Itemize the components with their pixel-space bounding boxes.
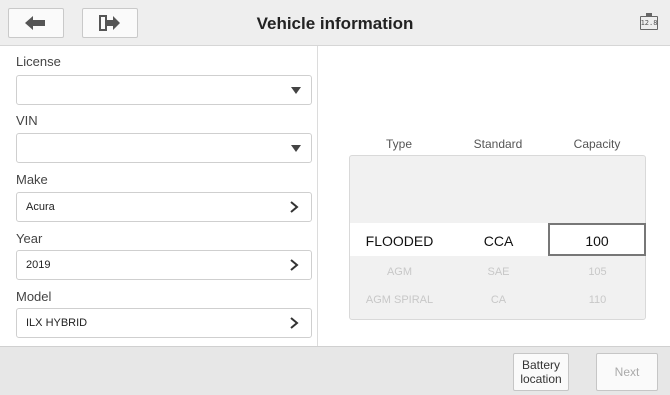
chevron-right-icon bbox=[290, 317, 299, 329]
year-selector[interactable]: 2019 bbox=[16, 250, 312, 280]
make-label: Make bbox=[16, 172, 48, 187]
dropdown-arrow-icon[interactable] bbox=[291, 145, 301, 152]
capacity-header: Capacity bbox=[573, 137, 621, 151]
license-label: License bbox=[16, 54, 61, 69]
header-bar: Vehicle information 12.8 bbox=[0, 0, 670, 46]
bottom-toolbar: Battery location Next bbox=[0, 346, 670, 395]
standard-header: Standard bbox=[473, 137, 523, 151]
year-label: Year bbox=[16, 231, 43, 246]
make-value: Acura bbox=[26, 201, 55, 213]
selected-capacity: 100 bbox=[585, 233, 609, 249]
panel-divider bbox=[317, 46, 318, 346]
type-option[interactable]: AGM SPIRAL bbox=[350, 294, 449, 306]
model-value: ILX HYBRID bbox=[26, 317, 88, 329]
make-selector[interactable]: Acura bbox=[16, 192, 312, 222]
vin-label: VIN bbox=[16, 113, 38, 128]
dropdown-arrow-icon[interactable] bbox=[291, 87, 301, 94]
model-label: Model bbox=[16, 289, 52, 304]
license-dropdown[interactable] bbox=[16, 75, 312, 105]
year-value: 2019 bbox=[26, 259, 51, 271]
next-label: Next bbox=[614, 365, 640, 379]
page-title: Vehicle information bbox=[256, 14, 414, 33]
chevron-right-icon bbox=[290, 259, 299, 271]
capacity-input[interactable]: 100 bbox=[548, 223, 646, 256]
vin-dropdown[interactable] bbox=[16, 133, 312, 163]
standard-option[interactable]: CA bbox=[449, 294, 548, 306]
type-option[interactable]: AGM bbox=[350, 266, 449, 278]
selected-standard[interactable]: CCA bbox=[449, 233, 548, 249]
battery-picker[interactable]: FLOODED CCA 100 AGM SAE 105 AGM SPIRAL C… bbox=[349, 155, 647, 320]
type-header: Type bbox=[385, 137, 412, 151]
next-button[interactable]: Next bbox=[596, 353, 658, 391]
battery-location-button[interactable]: Battery location bbox=[513, 353, 569, 391]
vehicle-form: License VIN Make Acura Year 2019 Model I… bbox=[10, 46, 315, 346]
standard-option[interactable]: SAE bbox=[449, 266, 548, 278]
capacity-option[interactable]: 110 bbox=[548, 294, 647, 306]
capacity-option[interactable]: 105 bbox=[548, 266, 647, 278]
battery-voltage: 12.8 bbox=[640, 19, 658, 27]
battery-icon: 12.8 bbox=[640, 13, 658, 30]
model-selector[interactable]: ILX HYBRID bbox=[16, 308, 312, 338]
battery-location-label: Battery location bbox=[520, 358, 562, 386]
selected-type[interactable]: FLOODED bbox=[350, 233, 449, 249]
vehicle-information-screen: Vehicle information 12.8 License VIN Mak… bbox=[0, 0, 670, 395]
chevron-right-icon bbox=[290, 201, 299, 213]
